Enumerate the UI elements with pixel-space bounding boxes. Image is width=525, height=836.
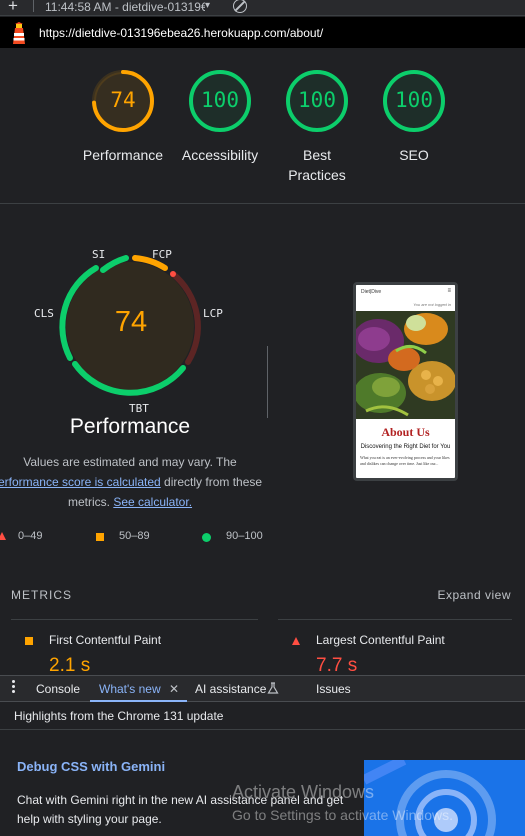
clear-reports-icon[interactable]: [233, 0, 247, 13]
more-options-icon[interactable]: [12, 680, 15, 695]
report-selector[interactable]: 11:44:58 AM - dietdive-01319€: [45, 0, 205, 14]
phone-brand: Diet|Dive: [361, 289, 382, 295]
phone-tagline: You are not logged in: [413, 302, 451, 307]
performance-score: 74: [114, 306, 148, 338]
note-line-1: Values are estimated and may vary. The: [23, 455, 237, 469]
gauge-score: 100: [395, 88, 433, 112]
new-report-button[interactable]: +: [8, 0, 18, 16]
legend-average: 50–89: [119, 530, 150, 542]
performance-title: Performance: [69, 415, 191, 438]
tab-ai-assistance[interactable]: AI assistance: [195, 682, 266, 696]
fcp-label: FCP: [152, 248, 172, 261]
gauge-label: Best Practices: [288, 147, 346, 183]
expand-view-button[interactable]: Expand view: [437, 588, 511, 602]
phone-subheading: Discovering the Right Diet for You: [360, 444, 451, 450]
legend-fail: 0–49: [18, 530, 43, 542]
section-divider: [267, 346, 268, 418]
metric-lcp-label: Largest Contentful Paint: [316, 633, 445, 647]
pass-circle-icon: [202, 533, 211, 542]
report-url-bar: https://dietdive-013196ebea26.herokuapp.…: [0, 17, 525, 48]
final-screenshot-thumbnail[interactable]: Diet|Dive ≡ You are not logged in About …: [353, 282, 458, 481]
gauge-best-practices[interactable]: 100 Best Practices: [269, 68, 365, 185]
phone-content: About Us Discovering the Right Diet for …: [356, 419, 455, 473]
lighthouse-logo-icon: [13, 22, 25, 44]
metrics-title: METRICS: [11, 588, 72, 602]
whats-new-panel: Highlights from the Chrome 131 update De…: [0, 703, 525, 836]
note-line-3: metrics. See calculator.: [0, 492, 270, 512]
metrics-divider-right: [278, 619, 512, 620]
note-line-3-text: metrics.: [67, 495, 114, 509]
report-url[interactable]: https://dietdive-013196ebea26.herokuapp.…: [39, 26, 323, 40]
highlights-divider: [0, 729, 525, 730]
tab-console[interactable]: Console: [36, 682, 80, 696]
score-legend: 0–49 50–89 90–100: [0, 529, 280, 545]
gauge-score: 100: [201, 88, 239, 112]
flask-icon: [267, 682, 279, 694]
gauge-label: Accessibility: [181, 147, 259, 163]
lcp-label: LCP: [203, 307, 223, 320]
toolbar-divider: [33, 0, 34, 12]
activate-windows-subtitle: Go to Settings to activate Windows.: [232, 807, 453, 823]
close-tab-icon[interactable]: ✕: [169, 682, 179, 696]
gauge-label: SEO: [399, 147, 429, 163]
feature-title-link[interactable]: Debug CSS with Gemini: [17, 759, 165, 774]
activate-windows-title: Activate Windows: [232, 782, 375, 802]
metric-lcp-value: 7.7 s: [316, 655, 358, 676]
phone-body: What you eat is an ever-evolving process…: [360, 455, 450, 466]
food-illustration: [356, 311, 455, 419]
tab-whats-new[interactable]: What's new: [99, 682, 161, 696]
phone-heading: About Us: [381, 425, 430, 439]
metric-fcp-label: First Contentful Paint: [49, 633, 162, 647]
si-label: SI: [92, 248, 106, 261]
cls-label: CLS: [34, 307, 54, 320]
phone-nav: Diet|Dive ≡ You are not logged in: [356, 285, 455, 311]
performance-section: SI FCP LCP TBT CLS 74 Performance Values…: [0, 204, 525, 569]
chevron-down-icon[interactable]: ▾: [205, 0, 210, 11]
score-note: Values are estimated and may vary. The e…: [0, 452, 270, 512]
metric-fcp-value: 2.1 s: [49, 655, 91, 676]
lcp-marker: [170, 271, 176, 277]
category-scores: 74 Performance 100 Accessibility 100 Bes…: [0, 48, 525, 204]
gauge-score: 74: [110, 88, 136, 112]
metrics-divider-left: [11, 619, 258, 620]
fail-triangle-icon: [0, 532, 6, 540]
gauge-accessibility[interactable]: 100 Accessibility: [172, 68, 268, 165]
food-image: [356, 311, 455, 419]
hamburger-icon: ≡: [447, 288, 451, 294]
feature-promo-image: [364, 760, 525, 836]
legend-pass: 90–100: [226, 530, 263, 542]
devtools-toolbar: + 11:44:58 AM - dietdive-01319€ ▾: [0, 0, 525, 16]
note-line-2: erformance score is calculated directly …: [0, 472, 270, 492]
highlights-title: Highlights from the Chrome 131 update: [14, 709, 224, 723]
gauge-score: 100: [298, 88, 336, 112]
note-line-2-text: directly from these: [160, 475, 263, 489]
score-calculated-link[interactable]: erformance score is calculated: [0, 475, 161, 489]
average-square-icon: [25, 637, 33, 645]
promo-graphic: [364, 760, 525, 836]
gauge-seo[interactable]: 100 SEO: [366, 68, 462, 165]
drawer-tabbar: Console What's new ✕ AI assistance Issue…: [0, 675, 525, 702]
tbt-label: TBT: [129, 402, 149, 415]
fail-triangle-icon: [292, 637, 300, 645]
gauge-label: Performance: [82, 147, 164, 163]
tab-issues[interactable]: Issues: [316, 682, 351, 696]
see-calculator-link[interactable]: See calculator.: [113, 495, 192, 509]
active-tab-indicator: [90, 700, 187, 702]
average-square-icon: [96, 533, 104, 541]
gauge-performance[interactable]: 74 Performance: [75, 68, 171, 165]
